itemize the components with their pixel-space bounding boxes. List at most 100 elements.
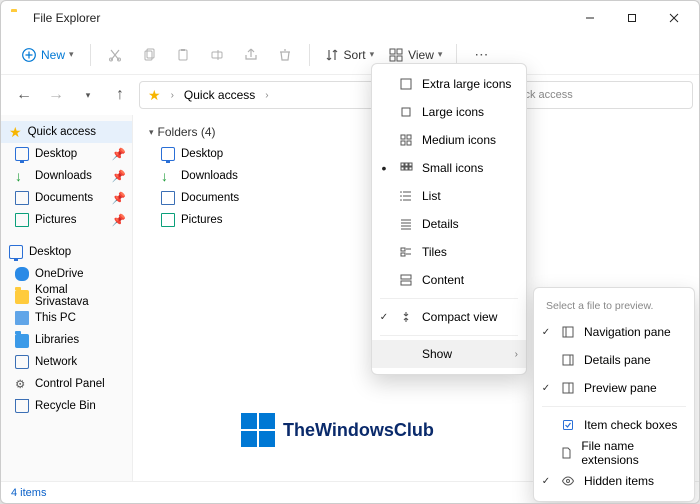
- sidebar-item-onedrive[interactable]: OneDrive: [1, 263, 132, 285]
- up-button[interactable]: ↑: [107, 82, 133, 108]
- file-explorer-window: File Explorer New ▾ Sort: [0, 0, 700, 504]
- star-icon: ★: [148, 87, 161, 104]
- forward-button[interactable]: →: [43, 82, 69, 108]
- menu-label: Details: [422, 217, 459, 231]
- sidebar-item-label: Quick access: [28, 126, 96, 138]
- gear-icon: ⚙: [15, 377, 29, 391]
- menu-item-preview-pane[interactable]: ✓ Preview pane: [534, 374, 694, 402]
- titlebar: File Explorer: [1, 1, 699, 35]
- sidebar-item-controlpanel[interactable]: ⚙ Control Panel: [1, 373, 132, 395]
- menu-item-extra-large-icons[interactable]: Extra large icons: [372, 70, 526, 98]
- windows-logo-icon: [241, 413, 275, 447]
- sidebar-item-documents[interactable]: Documents 📌: [1, 187, 132, 209]
- sidebar-item-label: Desktop: [29, 246, 71, 258]
- sidebar-item-user[interactable]: Komal Srivastava: [1, 285, 132, 307]
- paste-button[interactable]: [167, 40, 199, 70]
- item-label: Downloads: [181, 170, 238, 182]
- sidebar-item-pictures[interactable]: Pictures 📌: [1, 209, 132, 231]
- status-text: 4 items: [11, 487, 46, 499]
- libraries-icon: [15, 334, 29, 348]
- menu-label: Large icons: [422, 105, 484, 119]
- view-label: View: [408, 48, 434, 62]
- sidebar-item-label: Recycle Bin: [35, 400, 96, 412]
- rename-button[interactable]: [201, 40, 233, 70]
- menu-label: Navigation pane: [584, 325, 671, 339]
- download-icon: ↓: [15, 169, 29, 183]
- pictures-icon: [15, 213, 29, 227]
- chevron-down-icon: ▾: [438, 49, 443, 60]
- download-icon: ↓: [161, 169, 175, 183]
- menu-item-details-pane[interactable]: Details pane: [534, 346, 694, 374]
- menu-item-details[interactable]: Details: [372, 210, 526, 238]
- check-icon: ✓: [540, 383, 552, 394]
- menu-item-navigation-pane[interactable]: ✓ Navigation pane: [534, 318, 694, 346]
- item-label: Desktop: [181, 148, 223, 160]
- content-icon: [398, 273, 414, 287]
- copy-button[interactable]: [133, 40, 165, 70]
- pc-icon: [15, 311, 29, 325]
- menu-item-small-icons[interactable]: • Small icons: [372, 154, 526, 182]
- sidebar-desktop-root[interactable]: Desktop: [1, 241, 132, 263]
- menu-item-content[interactable]: Content: [372, 266, 526, 294]
- submenu-hint: Select a file to preview.: [534, 294, 694, 318]
- view-menu: Extra large icons Large icons Medium ico…: [371, 63, 527, 375]
- toolbar: New ▾ Sort ▾ View ▾ ⋯: [1, 35, 699, 75]
- share-button[interactable]: [235, 40, 267, 70]
- sidebar-item-desktop[interactable]: Desktop 📌: [1, 143, 132, 165]
- window-title: File Explorer: [33, 11, 569, 25]
- sidebar-item-downloads[interactable]: ↓ Downloads 📌: [1, 165, 132, 187]
- tiles-icon: [398, 245, 414, 259]
- menu-item-tiles[interactable]: Tiles: [372, 238, 526, 266]
- menu-item-compact-view[interactable]: ✓ Compact view: [372, 303, 526, 331]
- checkbox-icon: [560, 418, 576, 432]
- delete-button[interactable]: [269, 40, 301, 70]
- sidebar-item-recyclebin[interactable]: Recycle Bin: [1, 395, 132, 417]
- sidebar-item-label: OneDrive: [35, 268, 84, 280]
- minimize-button[interactable]: [569, 4, 611, 32]
- sidebar-quick-access[interactable]: ★ Quick access: [1, 121, 132, 143]
- sidebar-item-label: This PC: [35, 312, 76, 324]
- menu-item-file-extensions[interactable]: File name extensions: [534, 439, 694, 467]
- menu-label: Extra large icons: [422, 77, 511, 91]
- back-button[interactable]: ←: [11, 82, 37, 108]
- compact-icon: [398, 310, 414, 324]
- maximize-button[interactable]: [611, 4, 653, 32]
- network-icon: [15, 355, 29, 369]
- pin-icon: 📌: [112, 169, 126, 183]
- sort-button[interactable]: Sort ▾: [318, 40, 381, 70]
- navigation-pane[interactable]: ★ Quick access Desktop 📌 ↓ Downloads 📌 D…: [1, 115, 133, 481]
- details-pane-icon: [560, 353, 576, 367]
- folder-icon: [15, 290, 29, 304]
- sidebar-item-label: Control Panel: [35, 378, 105, 390]
- menu-label: File name extensions: [581, 439, 684, 467]
- recent-button[interactable]: ▾: [75, 82, 101, 108]
- menu-item-check-boxes[interactable]: Item check boxes: [534, 411, 694, 439]
- search-placeholder: ick access: [522, 89, 573, 101]
- menu-item-hidden-items[interactable]: ✓ Hidden items: [534, 467, 694, 495]
- menu-item-medium-icons[interactable]: Medium icons: [372, 126, 526, 154]
- menu-label: List: [422, 189, 441, 203]
- cut-button[interactable]: [99, 40, 131, 70]
- document-icon: [161, 191, 175, 205]
- group-header-label: Folders (4): [158, 125, 216, 139]
- document-icon: [15, 191, 29, 205]
- lg-icons-icon: [398, 105, 414, 119]
- search-input[interactable]: ick access: [513, 81, 693, 109]
- menu-label: Tiles: [422, 245, 447, 259]
- breadcrumb[interactable]: Quick access: [184, 88, 255, 102]
- menu-item-large-icons[interactable]: Large icons: [372, 98, 526, 126]
- list-icon: [398, 189, 414, 203]
- menu-label: Medium icons: [422, 133, 496, 147]
- sidebar-item-label: Network: [35, 356, 77, 368]
- pin-icon: 📌: [112, 191, 126, 205]
- sidebar-item-libraries[interactable]: Libraries: [1, 329, 132, 351]
- menu-item-list[interactable]: List: [372, 182, 526, 210]
- nav-pane-icon: [560, 325, 576, 339]
- xl-icons-icon: [398, 77, 414, 91]
- sidebar-item-network[interactable]: Network: [1, 351, 132, 373]
- new-label: New: [41, 48, 65, 62]
- menu-item-show[interactable]: Show ›: [372, 340, 526, 368]
- new-button[interactable]: New ▾: [13, 40, 82, 70]
- close-button[interactable]: [653, 4, 695, 32]
- sidebar-item-thispc[interactable]: This PC: [1, 307, 132, 329]
